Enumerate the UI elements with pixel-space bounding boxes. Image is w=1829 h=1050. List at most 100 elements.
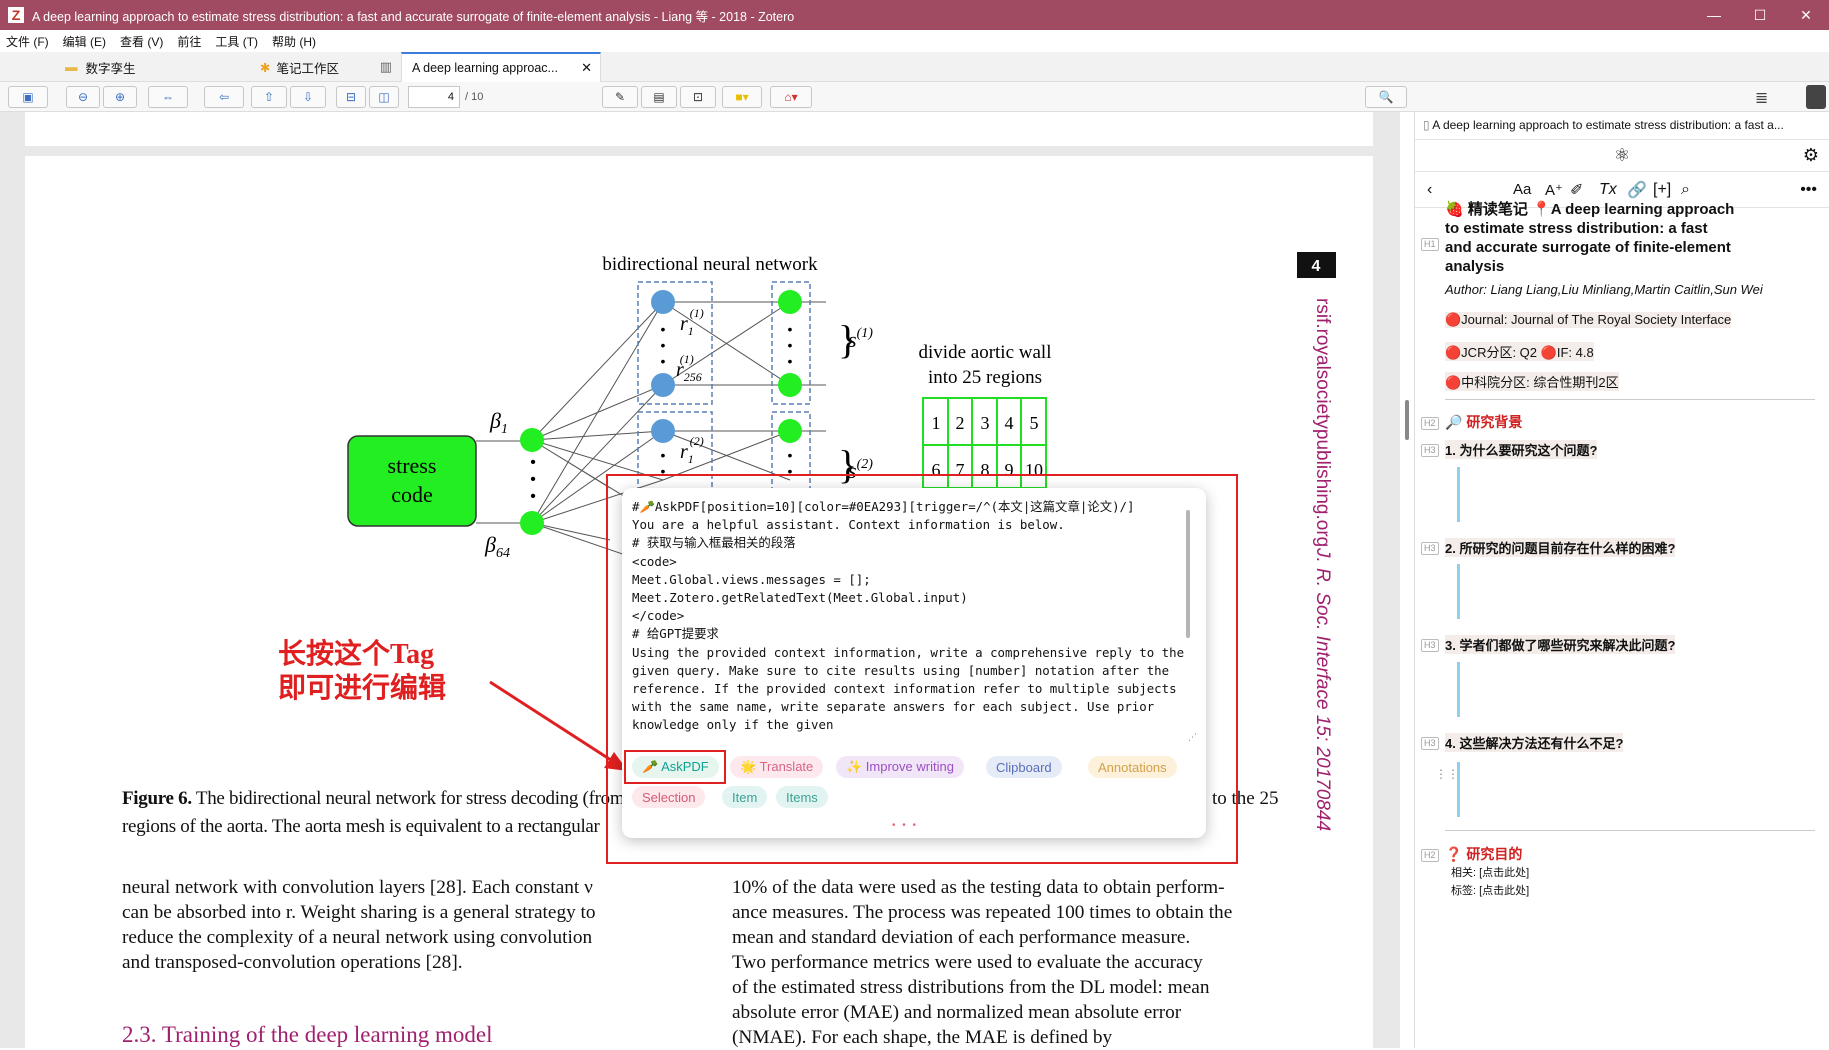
text-format-icon[interactable]: Aa [1513, 181, 1531, 198]
tag-improve-writing[interactable]: ✨ Improve writing [836, 756, 964, 778]
dots: • [788, 321, 793, 337]
dots: • [788, 447, 793, 463]
heading-level-badge: H1 [1421, 238, 1439, 251]
back-arrow-icon[interactable]: ‹ [1427, 181, 1432, 199]
journal-citation: J. R. Soc. Interface 15: 20170844 [1312, 547, 1333, 831]
dots: • [661, 337, 666, 353]
caption-text: The bidirectional neural network for str… [195, 788, 642, 809]
heading-level-badge: H2 [1421, 849, 1439, 862]
dots: • [788, 353, 793, 369]
link-icon[interactable]: 🔗 [1627, 180, 1647, 200]
tag-selection[interactable]: Selection [632, 786, 706, 808]
stress-code-box [347, 435, 477, 527]
tag-clipboard[interactable]: Clipboard [986, 756, 1062, 778]
heading-level-badge: H3 [1421, 639, 1439, 652]
note-q1: 1. 为什么要研究这个问题? [1445, 440, 1598, 459]
more-indicator[interactable]: • • • [892, 820, 918, 831]
annotation-arrow [489, 680, 615, 764]
clear-format-icon[interactable]: Tx [1599, 181, 1617, 199]
r256-node [651, 373, 675, 397]
note-doc-icon: ▯ [1423, 118, 1433, 132]
heading-level-badge: H2 [1421, 417, 1439, 430]
quote-bar [1457, 564, 1460, 619]
prompt-editor-popup[interactable]: #🥕AskPDF[position=10][color=#0EA293][tri… [622, 488, 1206, 838]
settings-gear-icon[interactable]: ⚙ [1803, 145, 1819, 166]
divider [1445, 830, 1815, 831]
note-header: ▯ A deep learning approach to estimate s… [1415, 112, 1829, 140]
grid-cell: 5 [1030, 413, 1039, 433]
note-q3: 3. 学者们都做了哪些研究来解决此问题? [1445, 635, 1676, 654]
divider [1445, 399, 1815, 400]
note-author: Author: Liang Liang,Liu Minliang,Martin … [1445, 282, 1763, 297]
grid-cell: 3 [981, 413, 990, 433]
quote-bar [1457, 467, 1460, 522]
note-journal: 🔴Journal: Journal of The Royal Society I… [1445, 312, 1732, 328]
note-q2: 2. 所研究的问题目前存在什么样的困难? [1445, 538, 1676, 557]
minimize-button[interactable]: — [1691, 0, 1737, 30]
dots: • [530, 488, 536, 505]
close-button[interactable]: ✕ [1783, 0, 1829, 30]
heading-level-badge: H3 [1421, 542, 1439, 555]
pdf-scrollbar[interactable] [1405, 400, 1409, 440]
dots: • [661, 321, 666, 337]
tag-annotations[interactable]: Annotations [1088, 756, 1177, 778]
prompt-code-editor[interactable]: #🥕AskPDF[position=10][color=#0EA293][tri… [632, 498, 1188, 750]
s1-label: s(1) [848, 326, 873, 352]
editor-scrollbar[interactable] [1186, 510, 1190, 638]
highlight-icon[interactable]: ✐ [1570, 180, 1583, 200]
journal-url: rsif.royalsocietypublishing.org [1312, 298, 1333, 547]
r1-node [651, 290, 675, 314]
figure-caption-line2: regions of the aorta. The aorta mesh is … [122, 816, 600, 837]
grid-cell: 2 [956, 413, 965, 433]
quote-bar [1457, 762, 1460, 817]
network-title: bidirectional neural network [602, 254, 818, 275]
s1-node-bottom [778, 373, 802, 397]
note-icons-row: ⚛ ⚙ [1415, 140, 1829, 172]
maximize-button[interactable]: ☐ [1737, 0, 1783, 30]
resize-handle-icon[interactable]: ⋰ [1188, 732, 1197, 743]
divide-label-2: into 25 regions [928, 367, 1042, 388]
stress-code-label-2: code [391, 482, 433, 507]
pdf-page-number: 4 [1312, 258, 1321, 275]
note-related[interactable]: 相关: [点击此处] [1451, 864, 1529, 880]
note-tags[interactable]: 标签: [点击此处] [1451, 882, 1529, 898]
beta1-label: β1 [489, 408, 508, 437]
drag-handle-icon[interactable]: ⋮⋮ [1435, 767, 1459, 781]
note-panel: ▯ A deep learning approach to estimate s… [1414, 112, 1829, 1048]
context-pane-icon[interactable]: ≣ [1755, 88, 1768, 108]
s1-node-top [778, 290, 802, 314]
body-column-left: neural network with convolution layers [… [122, 877, 596, 973]
insert-citation-icon[interactable]: [+] [1653, 181, 1671, 199]
divide-label-1: divide aortic wall [919, 342, 1052, 363]
dots: • [661, 447, 666, 463]
tag-item[interactable]: Item [722, 786, 768, 808]
dots: • [788, 337, 793, 353]
beta64-label: β64 [484, 532, 510, 561]
tag-items[interactable]: Items [776, 786, 828, 808]
askpdf-highlight-box [624, 750, 726, 784]
heading-level-badge: H3 [1421, 444, 1439, 457]
note-h2-background: 🔎 研究背景 [1445, 414, 1523, 430]
dots: • [530, 454, 536, 471]
note-h1: 🍓 精读笔记 📍A deep learning approach to esti… [1445, 201, 1735, 275]
grid-cell: 1 [932, 413, 941, 433]
search-icon[interactable]: ⌕ [1681, 181, 1690, 199]
section-heading: 2.3. Training of the deep learning model [122, 1022, 493, 1047]
body-column-right: 10% of the data were used as the testing… [732, 877, 1233, 1048]
tag-translate[interactable]: 🌟 Translate [730, 756, 824, 778]
beta1-node [520, 428, 544, 452]
network-icon[interactable]: ⚛ [1614, 145, 1630, 166]
note-h2-goal: ❓ 研究目的 [1445, 846, 1523, 862]
note-header-title: A deep learning approach to estimate str… [1432, 118, 1784, 132]
note-cas: 🔴中科院分区: 综合性期刊2区 [1445, 372, 1619, 391]
annotation-text: 长按这个Tag 即可进行编辑 [278, 639, 447, 704]
sidenav-toggle-icon[interactable] [1806, 85, 1826, 109]
r2-node [651, 419, 675, 443]
more-options-icon[interactable]: ••• [1800, 181, 1817, 199]
heading-level-badge: H3 [1421, 737, 1439, 750]
r1-label: r1(1) [680, 306, 704, 338]
text-color-icon[interactable]: A⁺ [1545, 181, 1563, 199]
note-q4: 4. 这些解决方法还有什么不足? [1445, 733, 1624, 752]
figure-caption-line1: Figure 6. The bidirectional neural netwo… [122, 788, 642, 810]
note-jcr: 🔴JCR分区: Q2 🔴IF: 4.8 [1445, 342, 1594, 361]
